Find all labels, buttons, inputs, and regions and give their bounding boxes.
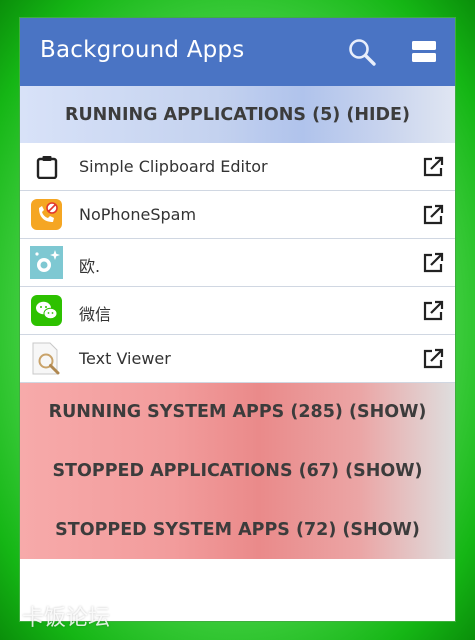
clipboard-icon (30, 150, 63, 183)
app-label: 微信 (79, 305, 112, 324)
watermark: 卡饭论坛 (22, 606, 111, 631)
collapsed-sections: RUNNING SYSTEM APPS (285) (SHOW) STOPPED… (20, 383, 455, 559)
app-label: NoPhoneSpam (79, 205, 197, 224)
stopped-applications-label: STOPPED APPLICATIONS (67) (SHOW) (52, 461, 423, 481)
list-item[interactable]: Simple Clipboard Editor (20, 143, 455, 191)
open-external-icon[interactable] (422, 252, 444, 274)
list-item[interactable]: 微信 (20, 287, 455, 335)
camera-sparkle-icon (30, 246, 63, 279)
running-apps-list: Simple Clipboard Editor NoPhoneSpam 欧. 微… (20, 143, 455, 383)
running-system-apps-header[interactable]: RUNNING SYSTEM APPS (285) (SHOW) (20, 383, 455, 441)
app-window: Background Apps RUNNING APPLICATIONS (5)… (20, 18, 455, 621)
stopped-system-apps-label: STOPPED SYSTEM APPS (72) (SHOW) (55, 520, 420, 540)
search-icon[interactable] (347, 37, 377, 67)
app-bar: Background Apps (20, 18, 455, 86)
app-title: Background Apps (40, 37, 245, 63)
text-viewer-icon (30, 342, 63, 375)
app-label: Text Viewer (79, 349, 171, 368)
app-label: 欧. (79, 257, 101, 276)
open-external-icon[interactable] (422, 348, 444, 370)
running-applications-label: RUNNING APPLICATIONS (5) (HIDE) (64, 104, 411, 125)
open-external-icon[interactable] (422, 204, 444, 226)
menu-icon[interactable] (412, 40, 436, 64)
list-item[interactable]: Text Viewer (20, 335, 455, 383)
no-phone-spam-icon (30, 198, 63, 231)
running-applications-header[interactable]: RUNNING APPLICATIONS (5) (HIDE) (20, 86, 455, 143)
app-label: Simple Clipboard Editor (79, 157, 268, 176)
running-system-apps-label: RUNNING SYSTEM APPS (285) (SHOW) (48, 402, 427, 422)
wechat-icon (30, 294, 63, 327)
stopped-applications-header[interactable]: STOPPED APPLICATIONS (67) (SHOW) (20, 442, 455, 500)
list-item[interactable]: 欧. (20, 239, 455, 287)
open-external-icon[interactable] (422, 300, 444, 322)
stopped-system-apps-header[interactable]: STOPPED SYSTEM APPS (72) (SHOW) (20, 501, 455, 559)
open-external-icon[interactable] (422, 156, 444, 178)
list-item[interactable]: NoPhoneSpam (20, 191, 455, 239)
